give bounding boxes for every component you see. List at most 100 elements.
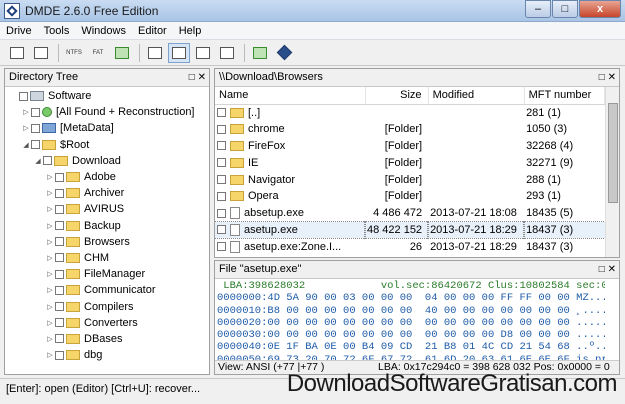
recover-button[interactable]: [111, 43, 133, 63]
item-checkbox[interactable]: [55, 269, 64, 279]
hex-dump[interactable]: 0000000:4D 5A 90 00 03 00 00 00 04 00 00…: [217, 292, 605, 366]
minimize-button[interactable]: –: [525, 0, 551, 18]
tree-item[interactable]: ▷ AVIRUS: [5, 201, 209, 217]
expand-arrow-icon[interactable]: ▷: [45, 222, 55, 230]
file-row[interactable]: Navigator [Folder] 288 (1): [215, 171, 605, 188]
expand-arrow-icon[interactable]: ▷: [45, 205, 55, 213]
item-checkbox[interactable]: [31, 123, 40, 133]
expand-arrow-icon[interactable]: ▷: [45, 319, 55, 327]
item-checkbox[interactable]: [31, 140, 40, 150]
tree-item[interactable]: ▷ Archiver: [5, 185, 209, 201]
tree-item[interactable]: ▷ Converters: [5, 315, 209, 331]
column-name[interactable]: Name: [215, 87, 366, 105]
row-checkbox[interactable]: [217, 108, 226, 118]
hex-line[interactable]: 0000040:0E 1F BA 0E 00 B4 09 CD 21 B8 01…: [217, 341, 605, 353]
menu-help[interactable]: Help: [173, 25, 208, 37]
fat-search-button[interactable]: FAT: [87, 43, 109, 63]
panel-controls[interactable]: □ ✕: [189, 69, 206, 86]
scrollbar-thumb[interactable]: [608, 103, 618, 203]
tree-item[interactable]: ▷ Adobe: [5, 169, 209, 185]
file-row[interactable]: absetup.exe 4 486 472 2013-07-21 18:08 1843…: [215, 205, 605, 222]
close-button[interactable]: x: [579, 0, 621, 18]
expand-arrow-icon[interactable]: ▷: [21, 124, 31, 132]
large-icons-button[interactable]: [144, 43, 166, 63]
hex-view-button[interactable]: [216, 43, 238, 63]
file-row[interactable]: asetup.exe 48 422 152 2013-07-21 18:29 1843…: [215, 220, 605, 240]
tree-item[interactable]: ▷ CHM: [5, 250, 209, 266]
expand-arrow-icon[interactable]: ▷: [45, 173, 55, 181]
tree-item[interactable]: ▷ [MetaData]: [5, 120, 209, 136]
row-checkbox[interactable]: [217, 242, 226, 252]
hex-line[interactable]: 0000020:00 00 00 00 00 00 00 00 00 00 00…: [217, 317, 605, 329]
tree-item[interactable]: ▷ Communicator: [5, 282, 209, 298]
expand-arrow-icon[interactable]: ▷: [45, 238, 55, 246]
file-row[interactable]: chrome [Folder] 1050 (3): [215, 121, 605, 138]
expand-arrow-icon[interactable]: ▷: [45, 351, 55, 359]
copy-sectors-button[interactable]: [249, 43, 271, 63]
hex-line[interactable]: 0000000:4D 5A 90 00 03 00 00 00 04 00 00…: [217, 292, 605, 304]
item-checkbox[interactable]: [55, 188, 64, 198]
dmde-button[interactable]: [273, 43, 295, 63]
tree-item[interactable]: ▷ Browsers: [5, 234, 209, 250]
row-checkbox[interactable]: [217, 124, 226, 134]
item-checkbox[interactable]: [55, 318, 64, 328]
open-drive-button[interactable]: [6, 43, 28, 63]
expanded-arrow-icon[interactable]: ◢: [21, 141, 31, 149]
file-row[interactable]: [..] 281 (1): [215, 104, 605, 121]
menu-editor[interactable]: Editor: [132, 25, 173, 37]
hex-line[interactable]: 0000030:00 00 00 00 00 00 00 00 00 00 00…: [217, 329, 605, 341]
maximize-button[interactable]: □: [552, 0, 578, 18]
expand-arrow-icon[interactable]: ▷: [45, 189, 55, 197]
item-checkbox[interactable]: [55, 285, 64, 295]
row-checkbox[interactable]: [217, 225, 226, 235]
menu-windows[interactable]: Windows: [75, 25, 132, 37]
panel-controls[interactable]: □ ✕: [599, 69, 616, 86]
expand-arrow-icon[interactable]: ▷: [45, 286, 55, 294]
item-checkbox[interactable]: [55, 334, 64, 344]
details-view-button[interactable]: [168, 42, 190, 63]
ntfs-search-button[interactable]: NTFS: [63, 43, 85, 63]
item-checkbox[interactable]: [19, 91, 28, 101]
tree-item[interactable]: Software: [5, 88, 209, 104]
tree-item[interactable]: ▷ Compilers: [5, 298, 209, 314]
column-modified[interactable]: Modified: [428, 87, 525, 105]
file-row[interactable]: FireFox [Folder] 32268 (4): [215, 138, 605, 155]
expand-arrow-icon[interactable]: ▷: [45, 254, 55, 262]
item-checkbox[interactable]: [55, 302, 64, 312]
menu-drive[interactable]: Drive: [0, 25, 38, 37]
expand-arrow-icon[interactable]: ▷: [21, 108, 31, 116]
menu-tools[interactable]: Tools: [38, 25, 76, 37]
item-checkbox[interactable]: [55, 221, 64, 231]
row-checkbox[interactable]: [217, 141, 226, 151]
item-checkbox[interactable]: [55, 172, 64, 182]
item-checkbox[interactable]: [55, 253, 64, 263]
list-view-button[interactable]: [192, 43, 214, 63]
tree-item[interactable]: ▷ FileManager: [5, 266, 209, 282]
column-mft[interactable]: MFT number: [524, 87, 605, 105]
item-checkbox[interactable]: [43, 156, 52, 166]
item-checkbox[interactable]: [31, 107, 40, 117]
row-checkbox[interactable]: [217, 208, 226, 218]
tree-item[interactable]: ▷ Backup: [5, 218, 209, 234]
hex-line[interactable]: 0000010:B8 00 00 00 00 00 00 00 40 00 00…: [217, 305, 605, 317]
tree-item[interactable]: ▷ DBases: [5, 331, 209, 347]
tree-item[interactable]: ▷ [All Found + Reconstruction]: [5, 104, 209, 120]
tree-item[interactable]: ◢ $Root: [5, 137, 209, 153]
panel-controls[interactable]: □ ✕: [599, 261, 616, 278]
file-row[interactable]: IE [Folder] 32271 (9): [215, 154, 605, 171]
tree-item[interactable]: ▷ dbg: [5, 347, 209, 363]
row-checkbox[interactable]: [217, 191, 226, 201]
row-checkbox[interactable]: [217, 158, 226, 168]
column-size[interactable]: Size: [365, 87, 429, 105]
row-checkbox[interactable]: [217, 175, 226, 185]
expand-arrow-icon[interactable]: ▷: [45, 335, 55, 343]
expanded-arrow-icon[interactable]: ◢: [33, 157, 43, 165]
file-row[interactable]: Opera [Folder] 293 (1): [215, 188, 605, 205]
item-checkbox[interactable]: [55, 204, 64, 214]
expand-arrow-icon[interactable]: ▷: [45, 303, 55, 311]
file-row[interactable]: asetup.exe:Zone.I... 26 2013-07-21 18:29 18…: [215, 238, 605, 255]
item-checkbox[interactable]: [55, 350, 64, 360]
tree-item[interactable]: ◢ Download: [5, 153, 209, 169]
item-checkbox[interactable]: [55, 237, 64, 247]
partitions-button[interactable]: [30, 43, 52, 63]
